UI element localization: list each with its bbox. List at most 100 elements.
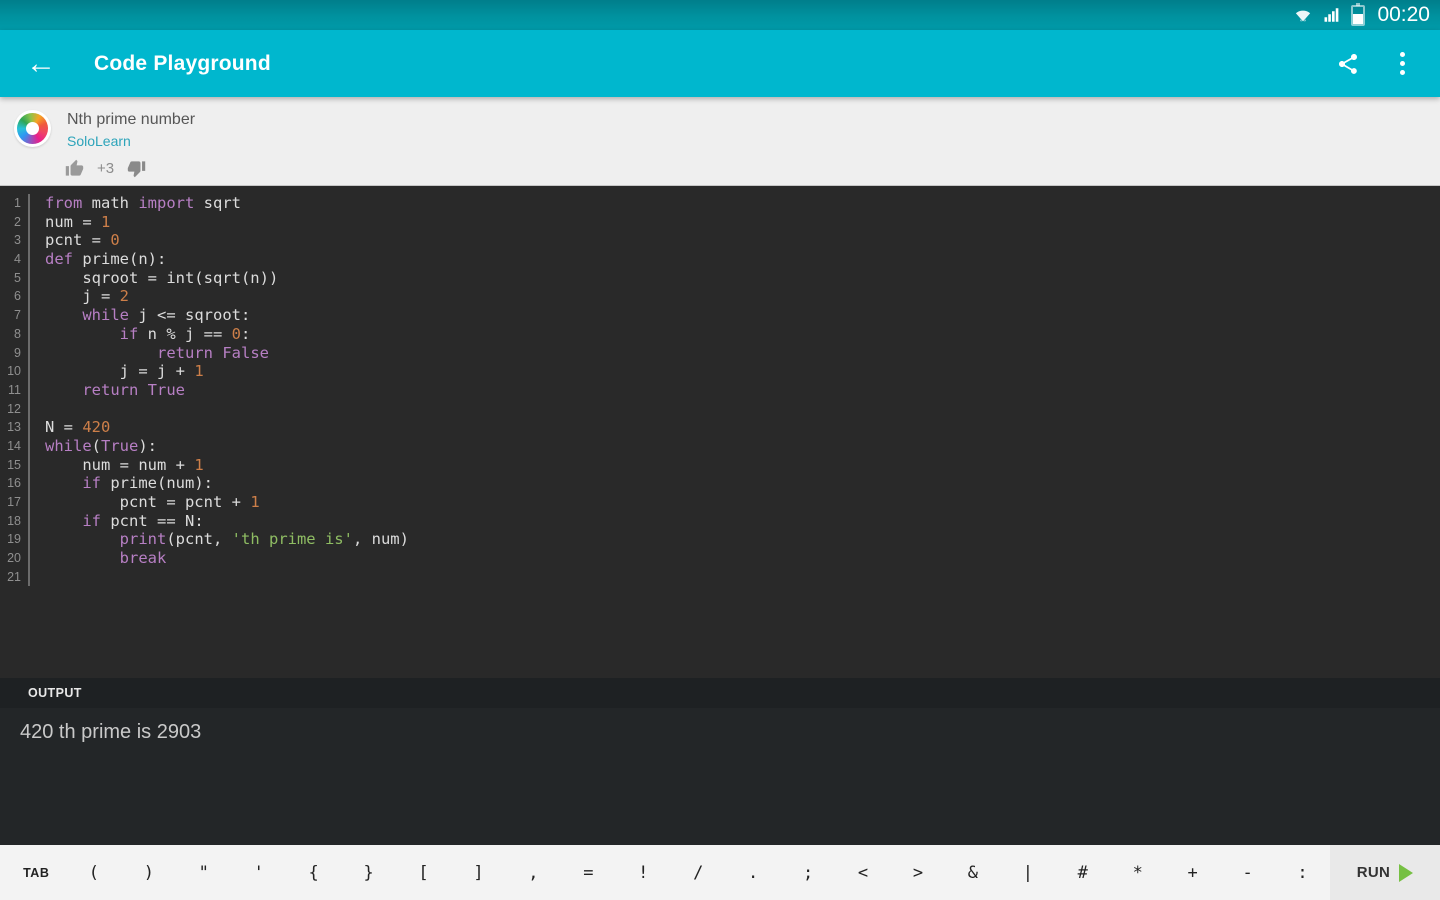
code-text: sqroot = int(sqrt(n)) [45, 268, 279, 287]
upvote-button[interactable] [65, 159, 84, 178]
code-line: 8 if n % j == 0: [0, 324, 1440, 344]
thumb-up-icon [65, 159, 84, 176]
code-line: 7 while j <= sqroot: [0, 306, 1440, 325]
key-#[interactable]: # [1055, 845, 1110, 900]
code-line: 10 j = j + 1 [0, 362, 1440, 381]
line-number: 15 [0, 455, 30, 475]
key-"[interactable]: " [176, 845, 231, 900]
logo-ring-icon [17, 113, 48, 144]
signal-icon [1324, 8, 1339, 22]
code-text: return False [156, 343, 269, 362]
code-text: j = 2 [45, 287, 129, 306]
overflow-menu-button[interactable] [1382, 44, 1422, 84]
key-&[interactable]: & [945, 845, 1000, 900]
run-label: RUN [1356, 864, 1391, 881]
screen: 00:20 ← Code Playground Nth prime number… [0, 0, 1440, 900]
code-text: while j <= sqroot: [82, 306, 251, 325]
code-line: 15 num = num + 1 [0, 455, 1440, 475]
code-text: pcnt = 0 [45, 231, 120, 250]
status-bar: 00:20 [0, 0, 1440, 30]
app-bar: ← Code Playground [0, 30, 1440, 97]
code-text: num = num + 1 [45, 455, 204, 474]
key-,[interactable]: , [506, 845, 561, 900]
line-number: 9 [0, 343, 30, 363]
key-.[interactable]: . [726, 845, 781, 900]
code-text: def prime(n): [45, 250, 167, 269]
code-text: num = 1 [45, 212, 111, 231]
line-number: 17 [0, 493, 30, 512]
line-number: 3 [0, 231, 30, 251]
line-number: 19 [0, 530, 30, 550]
share-button[interactable] [1328, 44, 1368, 84]
code-line: 17 pcnt = pcnt + 1 [0, 493, 1440, 512]
line-number: 11 [0, 380, 30, 400]
line-number: 21 [0, 567, 30, 587]
key-{[interactable]: { [286, 845, 341, 900]
key-/[interactable]: / [671, 845, 726, 900]
key-'[interactable]: ' [231, 845, 286, 900]
share-icon [1339, 53, 1357, 74]
output-panel: 420 th prime is 2903 [0, 708, 1440, 845]
code-editor[interactable]: 1 from math import sqrt 2 num = 1 3 pcnt = 04… [0, 186, 1440, 678]
key-}[interactable]: } [341, 845, 396, 900]
sololearn-logo[interactable] [14, 110, 51, 147]
downvote-button[interactable] [127, 159, 146, 178]
output-label: OUTPUT [28, 686, 82, 700]
code-text: pcnt = pcnt + 1 [45, 493, 260, 511]
line-number: 12 [0, 399, 30, 419]
vote-row: +3 [65, 159, 1424, 178]
back-button[interactable]: ← [26, 48, 72, 79]
run-button[interactable]: RUN [1330, 845, 1440, 900]
code-lines: 1 from math import sqrt 2 num = 1 3 pcnt = 04… [0, 194, 1440, 587]
line-number: 20 [0, 549, 30, 568]
code-line: 3 pcnt = 0 [0, 231, 1440, 251]
overflow-menu-icon [1399, 52, 1405, 75]
key-![interactable]: ! [616, 845, 671, 900]
key-*[interactable]: * [1110, 845, 1165, 900]
output-header-bar: OUTPUT [0, 678, 1440, 708]
code-text: return True [82, 380, 185, 399]
key->[interactable]: > [891, 845, 946, 900]
key-tab[interactable]: TAB [6, 845, 66, 900]
line-number: 5 [0, 268, 30, 288]
code-line: 14 while(True): [0, 436, 1440, 456]
line-number: 6 [0, 287, 30, 307]
key-;[interactable]: ; [781, 845, 836, 900]
code-header: Nth prime number SoloLearn +3 [0, 97, 1440, 186]
battery-icon [1351, 2, 1366, 26]
output-text: 420 th prime is 2903 [20, 721, 202, 743]
key-([interactable]: ( [66, 845, 121, 900]
line-number: 2 [0, 212, 30, 232]
key-[[interactable]: [ [396, 845, 451, 900]
appbar-actions [1328, 44, 1422, 84]
key-:[interactable]: : [1275, 845, 1330, 900]
code-text: if pcnt == N: [82, 511, 204, 530]
code-text: j = j + 1 [45, 362, 204, 381]
line-number: 1 [0, 194, 30, 213]
key-][interactable]: ] [451, 845, 506, 900]
line-number: 13 [0, 418, 30, 437]
code-line: 5 sqroot = int(sqrt(n)) [0, 268, 1440, 288]
code-text: if n % j == 0: [119, 324, 251, 343]
code-text: break [119, 549, 167, 568]
code-text: while(True): [45, 436, 158, 455]
code-line: 20 break [0, 549, 1440, 568]
code-text: from math import sqrt [45, 194, 241, 212]
key--[interactable]: - [1220, 845, 1275, 900]
code-line: 18 if pcnt == N: [0, 511, 1440, 531]
code-line: 1 from math import sqrt [0, 194, 1440, 213]
code-title: Nth prime number [67, 111, 196, 128]
key-)[interactable]: ) [121, 845, 176, 900]
key-+[interactable]: + [1165, 845, 1220, 900]
page-title: Code Playground [94, 51, 271, 75]
key-=[interactable]: = [561, 845, 616, 900]
key-|[interactable]: | [1000, 845, 1055, 900]
code-text: print(pcnt, 'th prime is', num) [119, 530, 409, 549]
key-<[interactable]: < [836, 845, 891, 900]
symbol-keyboard-bar: TAB() " '{}[], =! /.; < > & | # * + -: RUN [0, 845, 1440, 900]
code-line: 9 return False [0, 343, 1440, 363]
line-number: 8 [0, 324, 30, 344]
author-link[interactable]: SoloLearn [67, 133, 195, 149]
